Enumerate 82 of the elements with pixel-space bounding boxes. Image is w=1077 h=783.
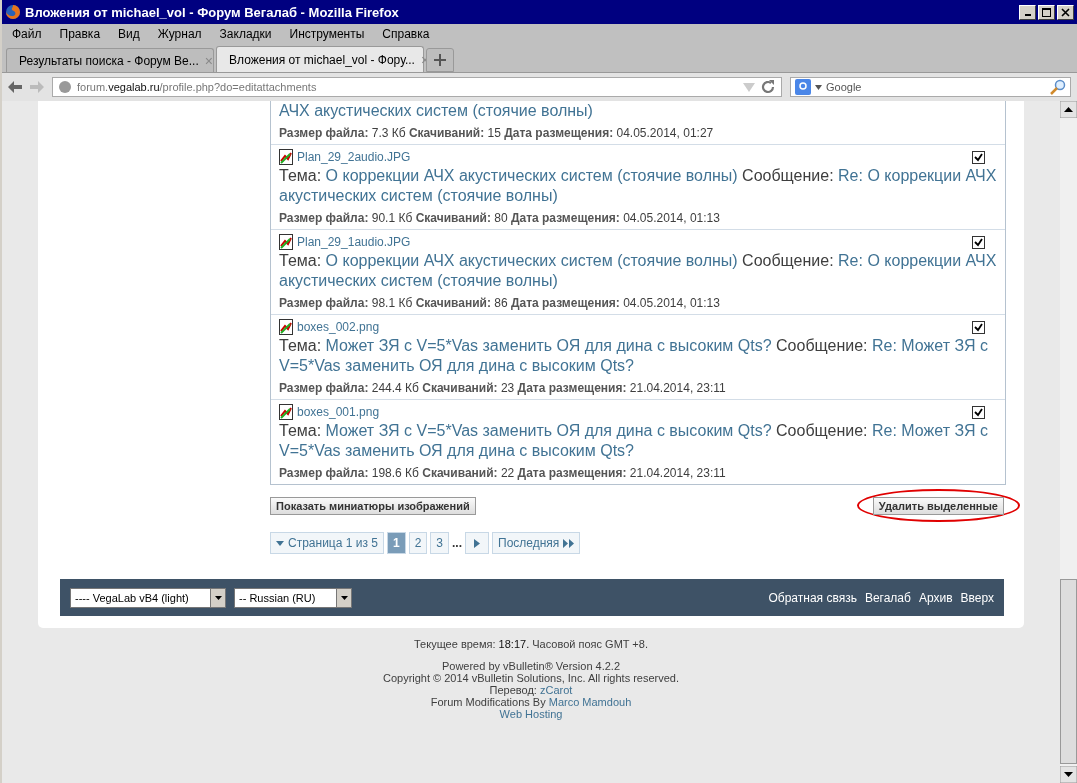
footer-link[interactable]: Вверх [960, 590, 994, 605]
menu-item[interactable]: Файл [12, 27, 42, 41]
page-number[interactable]: 3 [430, 532, 449, 554]
menu-item[interactable]: Справка [382, 27, 430, 41]
image-file-icon [279, 234, 293, 250]
next-arrow-icon [474, 538, 481, 548]
google-icon [795, 79, 811, 95]
checkbox[interactable] [972, 235, 985, 249]
page-info-button[interactable]: Страница 1 из 5 [270, 532, 384, 554]
style-select[interactable]: ---- VegaLab vB4 (light) [70, 587, 226, 608]
minimize-button[interactable] [1019, 4, 1036, 20]
delete-selected-button[interactable]: Удалить выделенные [872, 497, 1004, 515]
check-icon [974, 237, 983, 247]
maximize-button[interactable] [1038, 4, 1055, 20]
file-info: Размер файла: 90.1 Кб Скачиваний: 80 Дата размещения: 04.05.2014, 01:13 [279, 210, 721, 226]
image-file-icon [279, 149, 293, 165]
close-button[interactable] [1057, 4, 1074, 20]
check-icon [974, 152, 983, 162]
language-select[interactable]: -- Russian (RU) [234, 587, 352, 608]
web-hosting-link[interactable]: Web Hosting [499, 708, 563, 720]
last-page-button[interactable]: Последняя [492, 532, 581, 554]
dropdown-arrow-icon [340, 595, 348, 600]
scroll-down-icon[interactable] [1060, 766, 1077, 783]
image-file-icon [279, 319, 293, 335]
next-page-button[interactable] [465, 532, 490, 554]
check-icon [974, 322, 983, 332]
caret-icon [276, 540, 284, 546]
file-info: Размер файла: 244.4 Кб Скачиваний: 23 Дата размещения: 21.04.2014, 23:11 [279, 380, 727, 396]
scroll-thumb[interactable] [1060, 579, 1077, 764]
file-info: Размер файла: 7.3 Кб Скачиваний: 15 Дата размещения: 04.05.2014, 01:27 [279, 125, 715, 141]
topic-line: Тема: О коррекции АЧХ акустических систем (стоячие волны) Сообщение: Re: О коррекции АЧХ акустических систем (стоячие волны) [279, 166, 997, 206]
translation-credit: Перевод: zCarot [489, 684, 573, 696]
globe-icon [58, 80, 72, 94]
topic-line: Тема: Может ЗЯ с V=5*Vas заменить ОЯ для дина с высоким Qts? Сообщение: Re: Может ЗЯ с V=5*Vas заменить ОЯ для дина с высоким Qts? [279, 421, 989, 461]
new-tab-button[interactable] [426, 48, 454, 72]
dropdown-triangle-icon[interactable] [815, 84, 822, 90]
footer-link[interactable]: Архив [918, 590, 953, 605]
checkbox[interactable] [972, 405, 985, 419]
topic-line: Тема: Может ЗЯ с V=5*Vas заменить ОЯ для дина с высоким Qts? Сообщение: Re: Может ЗЯ с V=5*Vas заменить ОЯ для дина с высоким Qts? [279, 336, 989, 376]
image-file-icon [279, 404, 293, 420]
close-icon [1061, 7, 1070, 17]
firefox-logo-icon [5, 4, 21, 20]
window-title: Вложения от michael_vol - Форум Вегалаб - Mozilla Firefox [25, 4, 399, 20]
show-thumbnails-button[interactable]: Показать миниатюры изображений [270, 496, 476, 515]
checkbox[interactable] [972, 150, 985, 164]
footer-link[interactable]: Вегалаб [864, 590, 911, 605]
author-link[interactable]: Marco Mamdouh [548, 696, 632, 708]
ellipsis: ... [452, 536, 463, 550]
modifications-credit: Forum Modifications By Marco Mamdouh [430, 696, 632, 708]
menu-item[interactable]: Закладки [219, 27, 272, 41]
double-arrow-icon [563, 538, 575, 548]
file-info: Размер файла: 198.6 Кб Скачиваний: 22 Дата размещения: 21.04.2014, 23:11 [279, 465, 727, 481]
dropdown-arrow-icon [214, 595, 222, 600]
menu-item[interactable]: Правка [59, 27, 101, 41]
reload-icon[interactable] [760, 79, 776, 95]
browser-tab[interactable]: Результаты поиска - Форум Ве... × [6, 48, 214, 72]
search-bar[interactable]: Google [790, 77, 1071, 97]
scrollbar[interactable] [1060, 101, 1077, 783]
scroll-up-icon[interactable] [1060, 101, 1077, 118]
footer-link[interactable]: Обратная связь [768, 590, 857, 605]
page-number[interactable]: 2 [408, 532, 428, 554]
file-info: Размер файла: 98.1 Кб Скачиваний: 86 Дата размещения: 04.05.2014, 01:13 [279, 295, 721, 311]
menu-item[interactable]: Журнал [157, 27, 202, 41]
menu-item[interactable]: Вид [118, 27, 140, 41]
topic-line: Тема: О коррекции АЧХ акустических систем (стоячие волны) Сообщение: Re: О коррекции АЧХ акустических систем (стоячие волны) [279, 251, 997, 291]
copyright-text: Copyright © 2014 vBulletin Solutions, Inc. All rights reserved. [382, 672, 680, 684]
search-icon[interactable] [1050, 79, 1066, 95]
file-link[interactable]: Plan_29_1audio.JPG [297, 235, 411, 249]
menu-item[interactable]: Инструменты [289, 27, 365, 41]
plus-icon [434, 54, 446, 66]
check-icon [974, 407, 983, 417]
file-link[interactable]: boxes_001.png [297, 405, 380, 419]
powered-by-text: Powered by vBulletin® Version 4.2.2 [441, 660, 621, 672]
maximize-icon [1042, 7, 1051, 17]
topic-link[interactable]: АЧХ акустических систем (стоячие волны) [279, 101, 997, 121]
checkbox[interactable] [972, 320, 985, 334]
file-link[interactable]: Plan_29_2audio.JPG [297, 150, 411, 164]
current-time: Текущее время: 18:17. Часовой пояс GMT +8. [414, 638, 648, 650]
file-link[interactable]: boxes_002.png [297, 320, 380, 334]
address-bar[interactable]: forum.vegalab.ru/profile.php?do=editattachments [52, 77, 782, 97]
translator-link[interactable]: zCarot [540, 684, 573, 696]
back-arrow-icon[interactable] [8, 81, 22, 93]
